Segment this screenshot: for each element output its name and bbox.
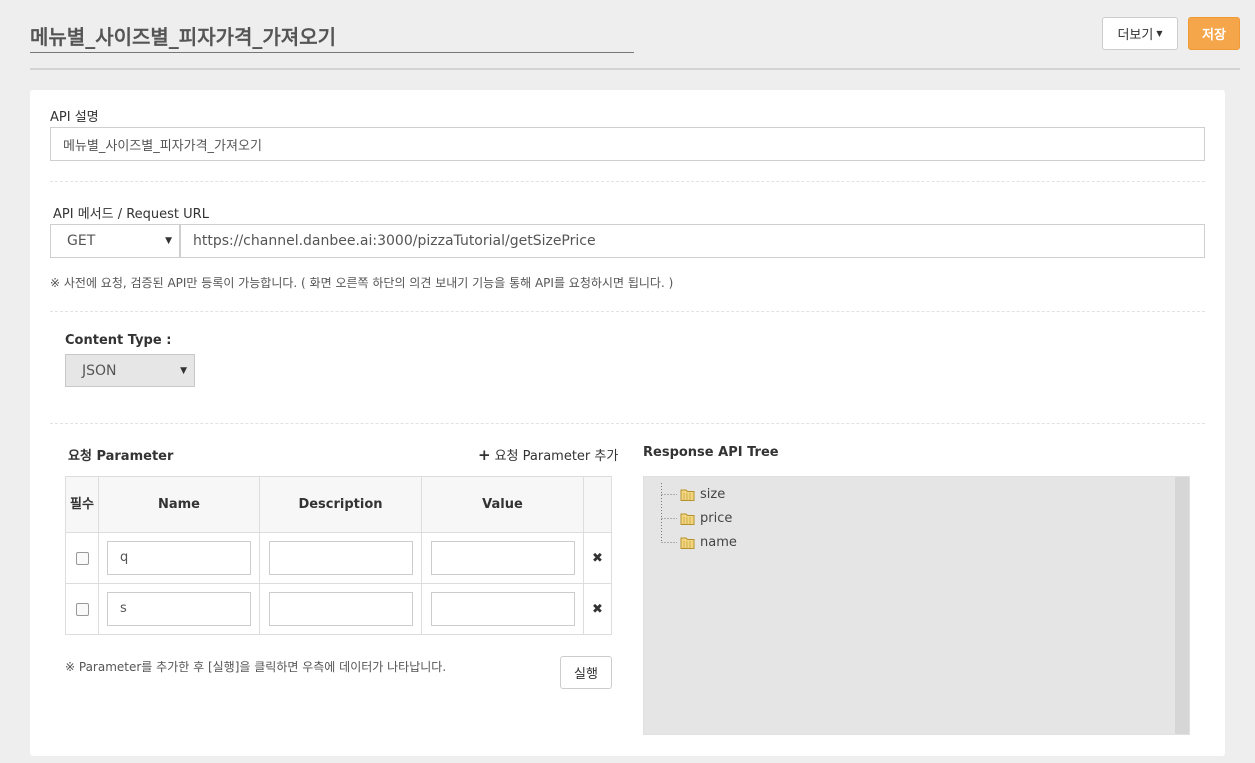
param-name-input[interactable]: s: [107, 592, 251, 626]
api-settings-card: API 설명 메뉴별_사이즈별_피자가격_가져오기 API 메서드 / Requ…: [30, 90, 1225, 756]
save-button[interactable]: 저장: [1188, 17, 1240, 50]
param-name-value: q: [120, 550, 129, 565]
value-cell: [421, 583, 584, 635]
more-button-label: 더보기: [1117, 28, 1154, 43]
folder-icon: [680, 489, 695, 501]
delete-row-icon[interactable]: ✖: [583, 583, 612, 635]
description-cell: [259, 583, 422, 635]
section-divider: [50, 181, 1205, 182]
page-title-field[interactable]: [30, 20, 634, 53]
content-type-select[interactable]: JSON ▼: [65, 354, 195, 387]
delete-row-icon[interactable]: ✖: [583, 532, 612, 584]
plus-icon: +: [478, 445, 491, 464]
required-cell: [65, 532, 99, 584]
param-value-input[interactable]: [430, 541, 575, 575]
content-type-value: JSON: [82, 362, 117, 379]
request-url-value: https://channel.danbee.ai:3000/pizzaTuto…: [193, 233, 596, 249]
tree-node-label: size: [700, 487, 726, 502]
response-tree-panel: size price name: [643, 476, 1190, 735]
required-checkbox[interactable]: [75, 551, 89, 565]
request-url-input[interactable]: https://channel.danbee.ai:3000/pizzaTuto…: [180, 224, 1205, 258]
response-tree-title: Response API Tree: [643, 445, 779, 460]
tree-node[interactable]: size: [680, 487, 725, 502]
add-parameter-button[interactable]: + 요청 Parameter 추가: [478, 445, 619, 465]
api-description-input[interactable]: 메뉴별_사이즈별_피자가격_가져오기: [50, 127, 1205, 161]
params-header-row: 필수 Name Description Value: [65, 476, 612, 533]
tree-node[interactable]: name: [680, 535, 737, 550]
params-table: 필수 Name Description Value q ✖ s ✖: [65, 476, 612, 635]
request-url-label: API 메서드 / Request URL: [53, 207, 209, 222]
name-cell: q: [98, 532, 260, 584]
column-description: Description: [259, 476, 422, 533]
api-description-label: API 설명: [50, 110, 99, 125]
method-select-value: GET: [67, 233, 96, 249]
table-row: s ✖: [65, 583, 612, 635]
folder-icon: [680, 537, 695, 549]
param-description-input[interactable]: [268, 592, 413, 626]
tree-scrollbar[interactable]: [1175, 477, 1189, 734]
more-button[interactable]: 더보기 ▼: [1102, 17, 1178, 50]
run-button-label: 실행: [574, 667, 598, 682]
request-notice: ※ 사전에 요청, 검증된 API만 등록이 가능합니다. ( 화면 오른쪽 하…: [50, 276, 674, 290]
column-actions: [583, 476, 612, 533]
section-divider: [50, 423, 1205, 424]
caret-down-icon: ▼: [1156, 29, 1163, 38]
param-value-input[interactable]: [430, 592, 575, 626]
description-cell: [259, 532, 422, 584]
column-value: Value: [421, 476, 584, 533]
tree-node[interactable]: price: [680, 511, 732, 526]
required-cell: [65, 583, 99, 635]
content-type-label: Content Type :: [65, 333, 172, 348]
run-button[interactable]: 실행: [560, 656, 612, 689]
caret-down-icon: ▼: [180, 365, 187, 376]
name-cell: s: [98, 583, 260, 635]
section-divider: [50, 311, 1205, 312]
param-name-input[interactable]: q: [107, 541, 251, 575]
header-divider: [30, 68, 1240, 70]
tree-node-label: price: [700, 511, 733, 526]
folder-icon: [680, 513, 695, 525]
param-description-input[interactable]: [268, 541, 413, 575]
params-title: 요청 Parameter: [68, 449, 174, 464]
value-cell: [421, 532, 584, 584]
required-checkbox[interactable]: [75, 602, 89, 616]
caret-down-icon: ▼: [165, 236, 172, 246]
param-name-value: s: [120, 601, 127, 616]
add-parameter-label: 요청 Parameter 추가: [494, 449, 619, 464]
page-title-input[interactable]: [30, 20, 634, 50]
api-description-value: 메뉴별_사이즈별_피자가격_가져오기: [63, 138, 262, 154]
save-button-label: 저장: [1202, 28, 1226, 43]
tree-connector-lines: [661, 483, 677, 543]
method-select[interactable]: GET ▼: [50, 224, 180, 258]
params-notice: ※ Parameter를 추가한 후 [실행]을 클릭하면 우측에 데이터가 나…: [65, 660, 447, 674]
table-row: q ✖: [65, 532, 612, 584]
column-name: Name: [98, 476, 260, 533]
tree-node-label: name: [700, 535, 737, 550]
column-required: 필수: [65, 476, 99, 533]
